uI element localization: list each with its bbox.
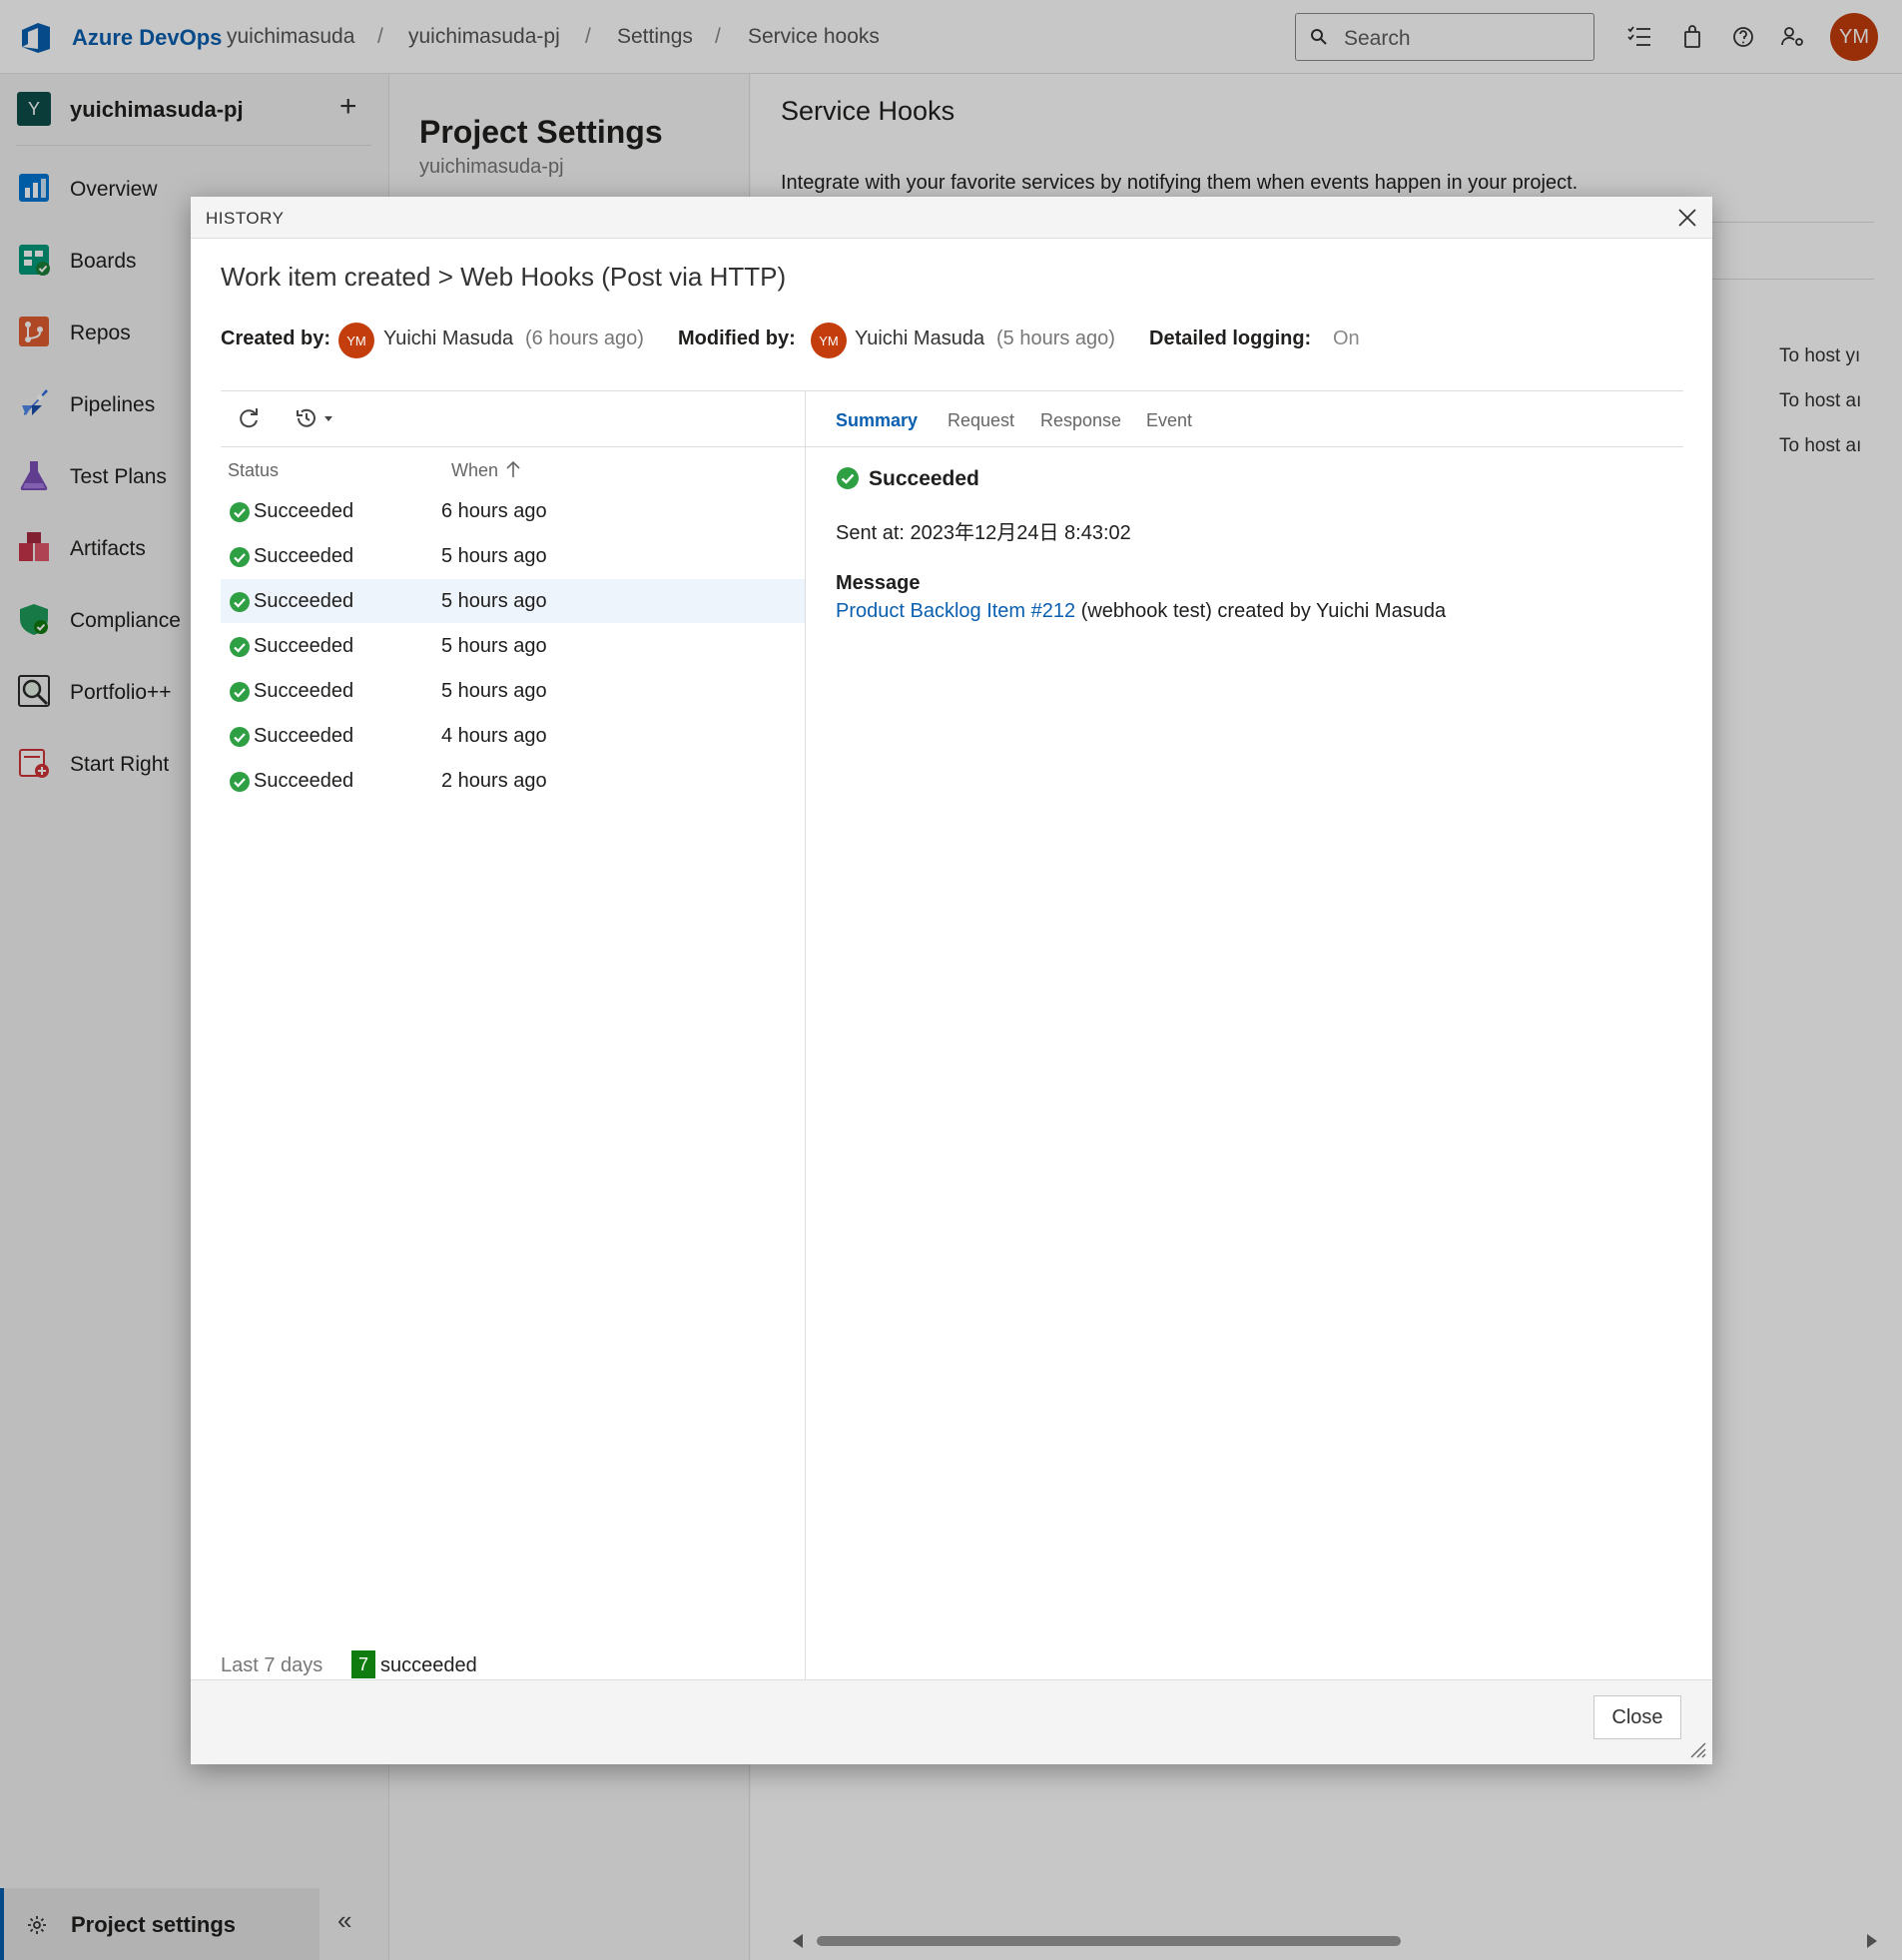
detailed-logging-label: Detailed logging: xyxy=(1149,327,1312,349)
history-row[interactable]: Succeeded 5 hours ago xyxy=(221,624,805,668)
tab-response[interactable]: Response xyxy=(1040,410,1121,431)
history-when: 5 hours ago xyxy=(441,545,547,567)
modified-time: (5 hours ago) xyxy=(996,327,1115,349)
history-row[interactable]: Succeeded 5 hours ago xyxy=(221,579,805,623)
when-column-header[interactable]: When xyxy=(451,460,498,481)
modified-by-label: Modified by: xyxy=(678,327,796,349)
creator-name: Yuichi Masuda xyxy=(383,327,514,349)
history-dialog: HISTORY Work item created > Web Hooks (P… xyxy=(191,197,1712,1764)
divider xyxy=(221,390,1683,391)
history-when: 5 hours ago xyxy=(441,680,547,702)
dialog-header-title: HISTORY xyxy=(206,209,285,228)
dialog-title: Work item created > Web Hooks (Post via … xyxy=(221,262,787,292)
history-when: 2 hours ago xyxy=(441,770,547,792)
history-when: 5 hours ago xyxy=(441,635,547,657)
message-text: Product Backlog Item #212 (webhook test)… xyxy=(836,600,1446,623)
modifier-avatar: YM xyxy=(811,323,847,358)
detailed-logging-value: On xyxy=(1333,327,1360,349)
detail-status: Succeeded xyxy=(869,467,979,490)
tab-event[interactable]: Event xyxy=(1146,410,1192,431)
tab-request[interactable]: Request xyxy=(948,410,1014,431)
message-label: Message xyxy=(836,572,921,594)
message-rest: (webhook test) created by Yuichi Masuda xyxy=(1075,600,1447,622)
history-when: 4 hours ago xyxy=(441,725,547,747)
dialog-footer: Close xyxy=(191,1679,1712,1764)
creator-avatar: YM xyxy=(338,323,374,358)
history-row[interactable]: Succeeded 4 hours ago xyxy=(221,714,805,758)
history-status: Succeeded xyxy=(254,590,354,612)
success-check-icon xyxy=(230,772,250,792)
success-check-icon xyxy=(230,682,250,702)
history-row[interactable]: Succeeded 5 hours ago xyxy=(221,669,805,713)
sort-ascending-icon[interactable] xyxy=(505,459,521,479)
history-status: Succeeded xyxy=(254,545,354,567)
success-check-icon xyxy=(230,592,250,612)
success-check-icon xyxy=(230,637,250,657)
tab-summary[interactable]: Summary xyxy=(836,410,918,431)
close-button[interactable]: Close xyxy=(1593,1695,1681,1739)
footer-result-label: succeeded xyxy=(380,1654,477,1676)
history-status: Succeeded xyxy=(254,725,354,747)
history-status: Succeeded xyxy=(254,770,354,792)
history-status: Succeeded xyxy=(254,680,354,702)
status-column-header[interactable]: Status xyxy=(228,460,279,481)
dialog-header: HISTORY xyxy=(191,197,1712,239)
created-time: (6 hours ago) xyxy=(525,327,644,349)
success-check-icon xyxy=(230,727,250,747)
pane-separator xyxy=(805,390,806,1680)
divider xyxy=(221,446,1683,447)
history-filter-icon[interactable] xyxy=(292,403,335,433)
history-when: 5 hours ago xyxy=(441,590,547,612)
created-by-label: Created by: xyxy=(221,327,331,349)
history-row[interactable]: Succeeded 5 hours ago xyxy=(221,534,805,578)
close-icon[interactable] xyxy=(1676,207,1698,229)
history-row[interactable]: Succeeded 6 hours ago xyxy=(221,489,805,533)
work-item-link[interactable]: Product Backlog Item #212 xyxy=(836,600,1075,622)
history-status: Succeeded xyxy=(254,500,354,522)
refresh-icon[interactable] xyxy=(234,403,264,433)
history-status: Succeeded xyxy=(254,635,354,657)
modifier-name: Yuichi Masuda xyxy=(855,327,985,349)
history-when: 6 hours ago xyxy=(441,500,547,522)
footer-range-label: Last 7 days xyxy=(221,1654,323,1676)
success-check-icon xyxy=(230,502,250,522)
resize-grip-icon[interactable] xyxy=(1688,1740,1706,1758)
footer-range: Last 7 days xyxy=(221,1654,322,1677)
success-check-icon xyxy=(230,547,250,567)
history-row[interactable]: Succeeded 2 hours ago xyxy=(221,759,805,803)
sent-at-text: Sent at: 2023年12月24日 8:43:02 xyxy=(836,522,1131,544)
succeeded-count-badge: 7 xyxy=(351,1650,375,1678)
success-check-icon xyxy=(837,467,859,489)
